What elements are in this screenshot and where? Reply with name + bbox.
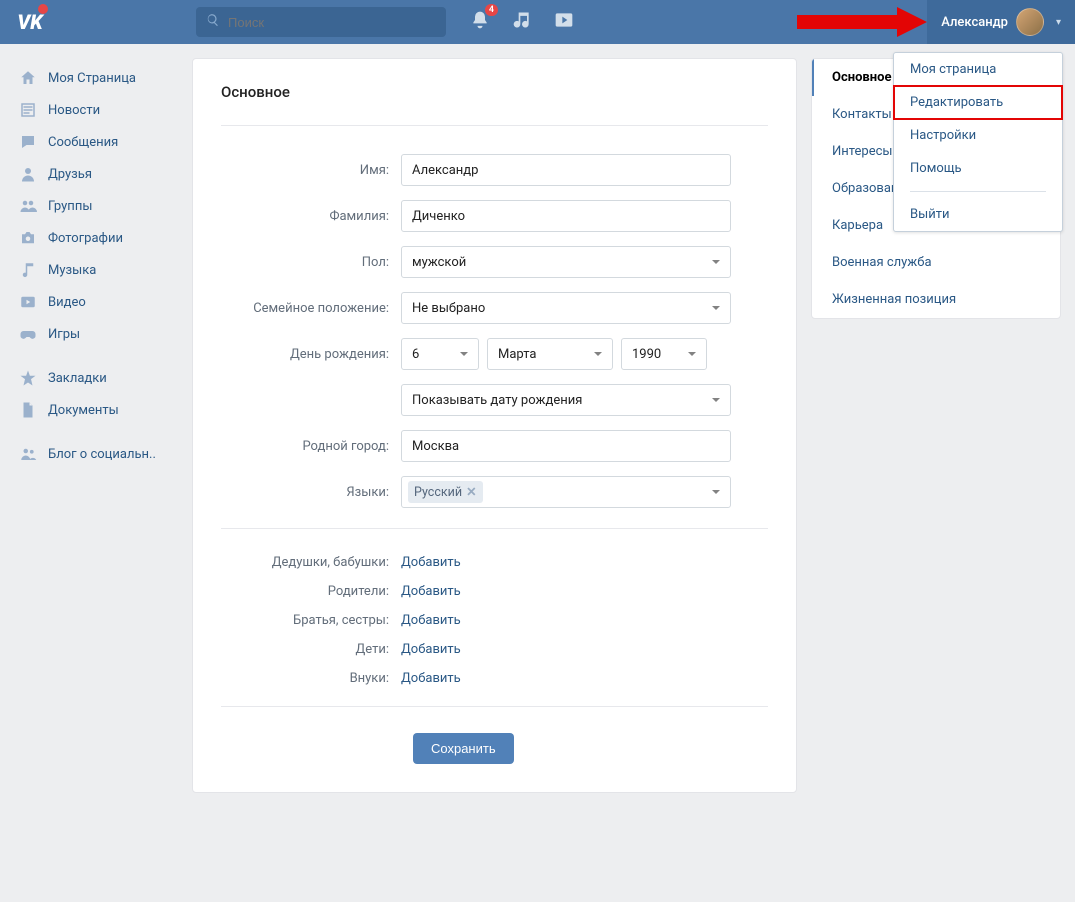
add-parents[interactable]: Добавить (401, 584, 461, 599)
chevron-down-icon: ▾ (1056, 17, 1061, 28)
nav-label: Документы (48, 403, 119, 418)
nav-label: Группы (48, 199, 92, 214)
label-sex: Пол: (221, 255, 401, 270)
vk-logo[interactable]: VK (14, 6, 46, 38)
nav-label: Игры (48, 327, 80, 342)
first-name-input[interactable]: Александр (401, 154, 731, 186)
search-input[interactable] (228, 15, 436, 30)
annotation-arrow (797, 7, 927, 37)
user-icon (18, 164, 38, 184)
nav-label: Музыка (48, 263, 96, 278)
nav-label: Сообщения (48, 135, 118, 150)
dropdown-edit[interactable]: Редактировать (894, 86, 1062, 119)
search-icon (206, 13, 228, 31)
nav-photos[interactable]: Фотографии (14, 222, 178, 254)
nav-friends[interactable]: Друзья (14, 158, 178, 190)
dropdown-logout[interactable]: Выйти (894, 198, 1062, 231)
dropdown-separator (910, 191, 1046, 192)
label-first-name: Имя: (221, 163, 401, 178)
user-name: Александр (941, 15, 1008, 30)
nav-label: Моя Страница (48, 71, 136, 86)
page-title: Основное (221, 83, 768, 126)
notif-badge: 4 (485, 4, 498, 16)
bday-year-select[interactable]: 1990 (621, 338, 707, 370)
dropdown-help[interactable]: Помощь (894, 152, 1062, 185)
bday-day-select[interactable]: 6 (401, 338, 479, 370)
form-separator (221, 528, 768, 529)
nav-games[interactable]: Игры (14, 318, 178, 350)
tab-military[interactable]: Военная служба (812, 244, 1060, 281)
music-icon (18, 260, 38, 280)
nav-label: Блог о социальн.. (48, 447, 156, 462)
label-last-name: Фамилия: (221, 209, 401, 224)
bday-month-select[interactable]: Марта (487, 338, 613, 370)
label-hometown: Родной город: (221, 439, 401, 454)
edit-form: Основное Имя: Александр Фамилия: Диченко… (192, 58, 797, 793)
sex-select[interactable]: мужской (401, 246, 731, 278)
tab-life[interactable]: Жизненная позиция (812, 281, 1060, 318)
hometown-input[interactable]: Москва (401, 430, 731, 462)
nav-label: Видео (48, 295, 86, 310)
add-children[interactable]: Добавить (401, 642, 461, 657)
nav-groups[interactable]: Группы (14, 190, 178, 222)
user-menu-toggle[interactable]: Александр ▾ (927, 0, 1075, 44)
nav-my-page[interactable]: Моя Страница (14, 62, 178, 94)
nav-blog[interactable]: Блог о социальн.. (14, 438, 178, 470)
label-children: Дети: (221, 642, 401, 657)
label-grandparents: Дедушки, бабушки: (221, 555, 401, 570)
label-relation: Семейное положение: (221, 301, 401, 316)
nav-bookmarks[interactable]: Закладки (14, 362, 178, 394)
bday-visibility-select[interactable]: Показывать дату рождения (401, 384, 731, 416)
languages-select[interactable]: Русский ✕ (401, 476, 731, 508)
nav-label: Фотографии (48, 231, 123, 246)
nav-label: Друзья (48, 167, 92, 182)
nav-docs[interactable]: Документы (14, 394, 178, 426)
left-nav: Моя Страница Новости Сообщения Друзья Группы… (14, 58, 178, 470)
home-icon (18, 68, 38, 88)
dropdown-my-page[interactable]: Моя страница (894, 53, 1062, 86)
header: VK 4 Александр ▾ (0, 0, 1075, 44)
video-header-icon[interactable] (554, 10, 574, 34)
group-icon (18, 196, 38, 216)
add-grandchildren[interactable]: Добавить (401, 671, 461, 686)
notifications-icon[interactable]: 4 (470, 10, 490, 34)
nav-messages[interactable]: Сообщения (14, 126, 178, 158)
user-dropdown: Моя страница Редактировать Настройки Пом… (893, 52, 1063, 232)
nav-music[interactable]: Музыка (14, 254, 178, 286)
nav-label: Новости (48, 103, 100, 118)
remove-lang-icon[interactable]: ✕ (466, 484, 476, 500)
people-icon (18, 444, 38, 464)
nav-news[interactable]: Новости (14, 94, 178, 126)
nav-label: Закладки (48, 371, 107, 386)
camera-icon (18, 228, 38, 248)
nav-video[interactable]: Видео (14, 286, 178, 318)
relation-select[interactable]: Не выбрано (401, 292, 731, 324)
add-grandparents[interactable]: Добавить (401, 555, 461, 570)
add-siblings[interactable]: Добавить (401, 613, 461, 628)
news-icon (18, 100, 38, 120)
chat-icon (18, 132, 38, 152)
last-name-input[interactable]: Диченко (401, 200, 731, 232)
video-icon (18, 292, 38, 312)
doc-icon (18, 400, 38, 420)
star-icon (18, 368, 38, 388)
gamepad-icon (18, 324, 38, 344)
music-header-icon[interactable] (512, 10, 532, 34)
avatar (1016, 8, 1044, 36)
save-button[interactable]: Сохранить (413, 733, 514, 764)
search-box[interactable] (196, 7, 446, 37)
language-tag[interactable]: Русский ✕ (408, 481, 483, 503)
dropdown-settings[interactable]: Настройки (894, 119, 1062, 152)
label-birthday: День рождения: (221, 347, 401, 362)
label-parents: Родители: (221, 584, 401, 599)
label-grandchildren: Внуки: (221, 671, 401, 686)
form-separator-2 (221, 706, 768, 707)
label-siblings: Братья, сестры: (221, 613, 401, 628)
label-languages: Языки: (221, 485, 401, 500)
